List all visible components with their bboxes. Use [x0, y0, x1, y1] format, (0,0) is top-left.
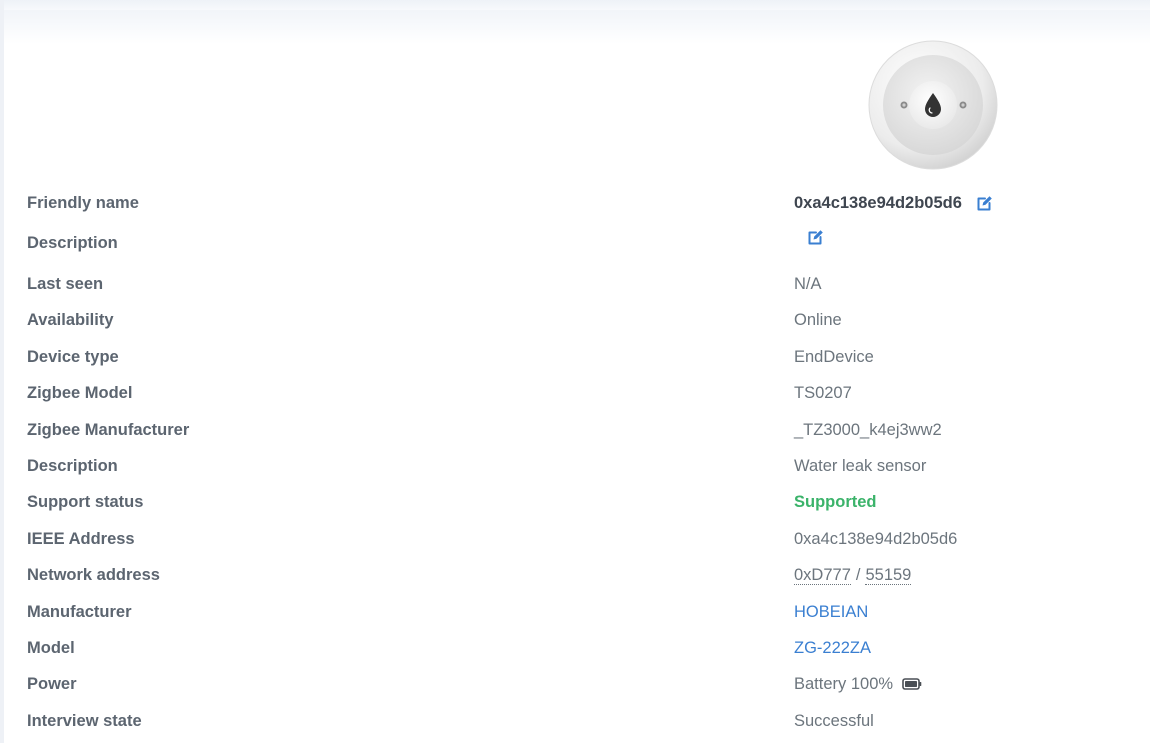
- manufacturer-link[interactable]: HOBEIAN: [794, 597, 868, 627]
- label-device-type: Device type: [27, 348, 119, 366]
- label-interview-state: Interview state: [27, 712, 142, 730]
- value-device-type: EndDevice: [794, 348, 874, 366]
- value-zigbee-manufacturer: _TZ3000_k4ej3ww2: [794, 421, 942, 439]
- device-details-table: Friendly name 0xa4c138e94d2b05d6 Descrip…: [0, 0, 1150, 743]
- label-manufacturer: Manufacturer: [27, 603, 132, 621]
- network-address-hex: 0xD777: [794, 565, 851, 585]
- network-address-dec: 55159: [865, 565, 912, 585]
- label-friendly-name: Friendly name: [27, 194, 139, 212]
- battery-full-icon: [902, 678, 922, 690]
- label-zigbee-model: Zigbee Model: [27, 384, 133, 402]
- row-description: Description Water leak sensor: [0, 451, 1150, 481]
- value-zigbee-model: TS0207: [794, 384, 852, 402]
- value-friendly-name: 0xa4c138e94d2b05d6: [794, 188, 994, 218]
- value-last-seen: N/A: [794, 275, 822, 293]
- power-text: Battery 100%: [794, 675, 894, 693]
- row-support-status: Support status Supported: [0, 487, 1150, 517]
- row-friendly-name: Friendly name 0xa4c138e94d2b05d6: [0, 188, 1150, 218]
- row-device-type: Device type EndDevice: [0, 342, 1150, 372]
- row-zigbee-manufacturer: Zigbee Manufacturer _TZ3000_k4ej3ww2: [0, 415, 1150, 445]
- row-zigbee-model: Zigbee Model TS0207: [0, 378, 1150, 408]
- value-description-edit: [794, 228, 825, 246]
- label-support-status: Support status: [27, 493, 144, 511]
- network-address-separator: /: [855, 566, 861, 584]
- value-power: Battery 100%: [794, 669, 922, 699]
- device-details-page: Friendly name 0xa4c138e94d2b05d6 Descrip…: [0, 0, 1150, 743]
- row-power: Power Battery 100%: [0, 669, 1150, 699]
- value-ieee-address: 0xa4c138e94d2b05d6: [794, 530, 958, 548]
- label-zigbee-manufacturer: Zigbee Manufacturer: [27, 421, 190, 439]
- label-last-seen: Last seen: [27, 275, 104, 293]
- label-power: Power: [27, 675, 77, 693]
- label-description: Description: [27, 457, 118, 475]
- row-ieee-address: IEEE Address 0xa4c138e94d2b05d6: [0, 524, 1150, 554]
- edit-description-icon[interactable]: [807, 228, 825, 246]
- row-last-seen: Last seen N/A: [0, 269, 1150, 299]
- row-manufacturer: Manufacturer HOBEIAN: [0, 597, 1150, 627]
- model-link[interactable]: ZG-222ZA: [794, 633, 871, 663]
- value-network-address: 0xD777 / 55159: [794, 560, 912, 590]
- row-model: Model ZG-222ZA: [0, 633, 1150, 663]
- friendly-name-text: 0xa4c138e94d2b05d6: [794, 194, 962, 212]
- label-network-address: Network address: [27, 566, 160, 584]
- value-support-status: Supported: [794, 493, 877, 511]
- row-availability: Availability Online: [0, 305, 1150, 335]
- edit-friendly-name-icon[interactable]: [976, 194, 994, 212]
- row-description-edit: Description: [0, 228, 1150, 258]
- row-network-address: Network address 0xD777 / 55159: [0, 560, 1150, 590]
- value-availability: Online: [794, 311, 842, 329]
- label-description-edit: Description: [27, 234, 118, 252]
- value-description: Water leak sensor: [794, 457, 927, 475]
- label-model: Model: [27, 639, 75, 657]
- label-ieee-address: IEEE Address: [27, 530, 135, 548]
- value-interview-state: Successful: [794, 712, 874, 730]
- row-interview-state: Interview state Successful: [0, 706, 1150, 736]
- label-availability: Availability: [27, 311, 114, 329]
